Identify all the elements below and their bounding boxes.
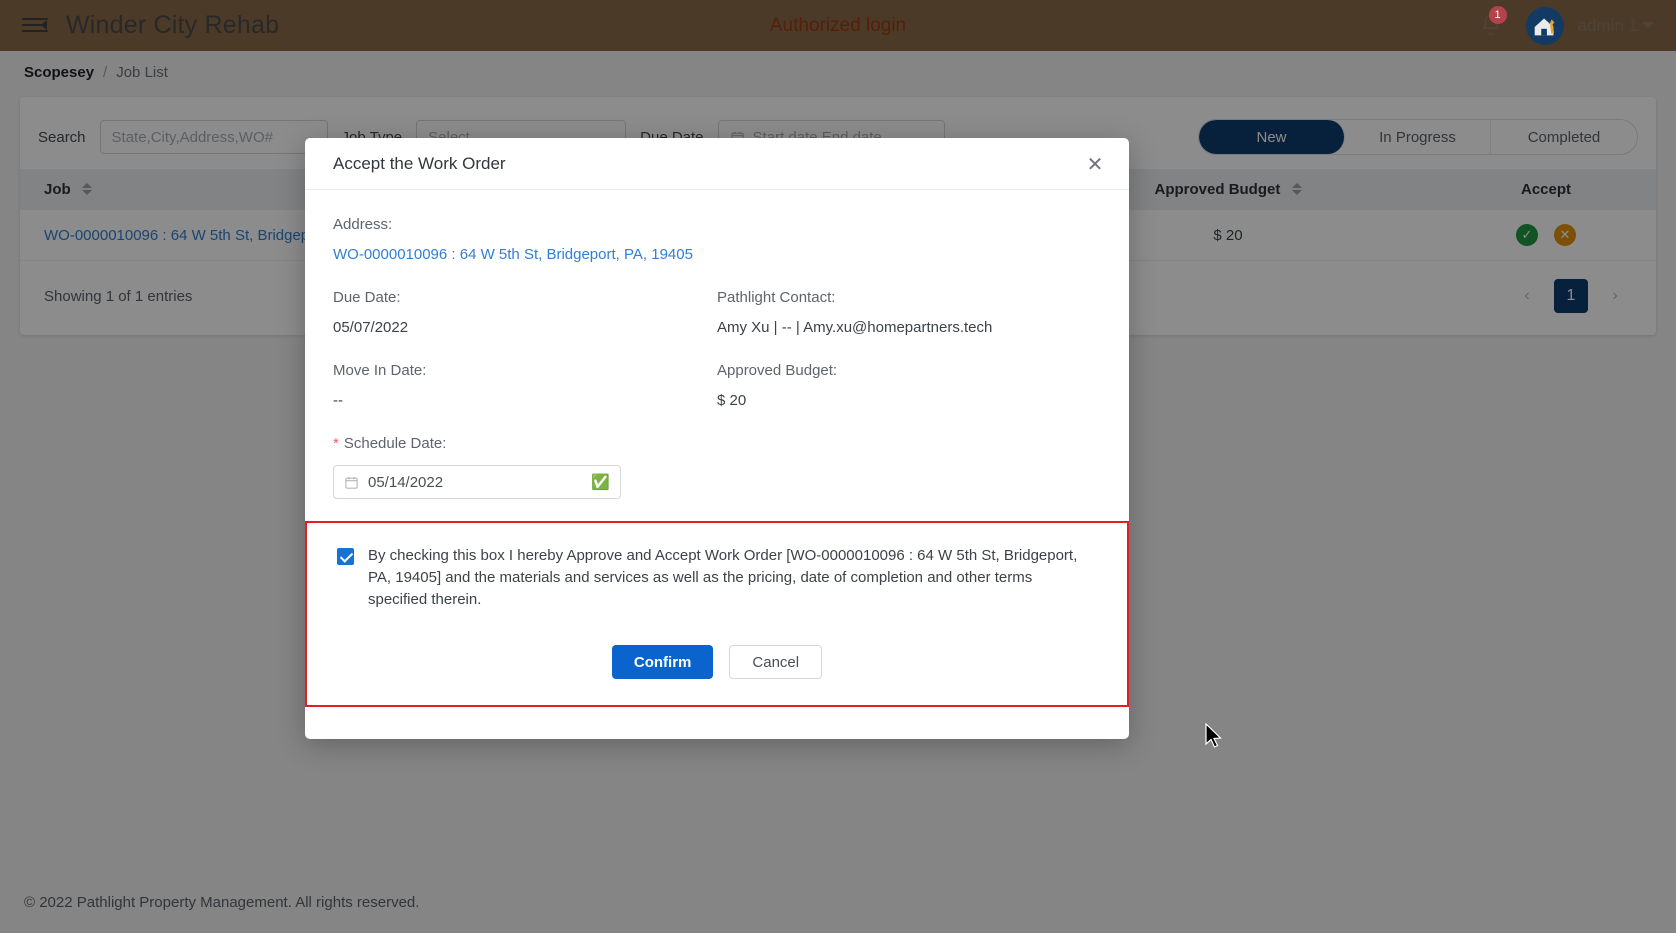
confirm-button[interactable]: Confirm [611, 645, 714, 679]
address-field: Address: WO-0000010096 : 64 W 5th St, Br… [333, 216, 1101, 263]
required-asterisk: * [333, 435, 339, 452]
row-movein-budget: Move In Date: -- Approved Budget: $ 20 [333, 362, 1101, 409]
consent-checkbox[interactable] [337, 548, 354, 565]
user-menu[interactable]: admin 1 [1525, 6, 1654, 45]
chevron-down-icon [1642, 22, 1654, 29]
consent-highlight-region: By checking this box I hereby Approve an… [305, 521, 1129, 707]
avatar [1525, 6, 1564, 45]
notification-badge: 1 [1488, 5, 1507, 24]
approved-budget-field: Approved Budget: $ 20 [717, 362, 1101, 409]
user-name-label: admin 1 [1577, 15, 1638, 35]
consent-text: By checking this box I hereby Approve an… [368, 547, 1078, 608]
schedule-date-label: * Schedule Date: [333, 435, 1101, 452]
move-in-date-value: -- [333, 392, 343, 409]
schedule-date-field: * Schedule Date: 05/14/2022 ✅ [333, 435, 1101, 499]
pathlight-contact-label: Pathlight Contact: [717, 289, 836, 306]
accept-work-order-modal: Accept the Work Order ✕ Address: WO-0000… [305, 138, 1129, 739]
due-date-label: Due Date: [333, 289, 401, 306]
notifications-button[interactable]: 1 [1478, 5, 1507, 41]
modal-title: Accept the Work Order [333, 153, 506, 173]
house-wrench-avatar-icon [1534, 18, 1554, 35]
address-link[interactable]: WO-0000010096 : 64 W 5th St, Bridgeport,… [333, 246, 1101, 263]
approved-budget-label: Approved Budget: [717, 362, 838, 379]
due-date-value: 05/07/2022 [333, 319, 409, 336]
calendar-icon [345, 476, 358, 489]
move-in-date-field: Move In Date: -- [333, 362, 717, 409]
due-date-field: Due Date: 05/07/2022 [333, 289, 717, 336]
schedule-date-input[interactable]: 05/14/2022 ✅ [333, 465, 621, 499]
modal-body: Address: WO-0000010096 : 64 W 5th St, Br… [305, 190, 1129, 739]
modal-header: Accept the Work Order ✕ [305, 138, 1129, 190]
pathlight-contact-field: Pathlight Contact: Amy Xu | -- | Amy.xu@… [717, 289, 1101, 336]
row-due-date-contact: Due Date: 05/07/2022 Pathlight Contact: … [333, 289, 1101, 336]
consent-row: By checking this box I hereby Approve an… [337, 545, 1097, 611]
approved-budget-value: $ 20 [717, 392, 747, 409]
cancel-button[interactable]: Cancel [729, 645, 823, 679]
address-label: Address: [333, 216, 393, 233]
check-circle-icon: ✅ [591, 474, 610, 491]
modal-bottom-spacer [333, 707, 1101, 739]
header-right-group: 1 admin 1 [1478, 5, 1654, 45]
modal-actions: Confirm Cancel [337, 645, 1097, 679]
move-in-date-label: Move In Date: [333, 362, 427, 379]
schedule-date-label-text: Schedule Date: [343, 435, 447, 452]
close-icon[interactable]: ✕ [1081, 150, 1109, 178]
pathlight-contact-value: Amy Xu | -- | Amy.xu@homepartners.tech [717, 319, 993, 336]
schedule-date-value: 05/14/2022 [368, 473, 444, 491]
